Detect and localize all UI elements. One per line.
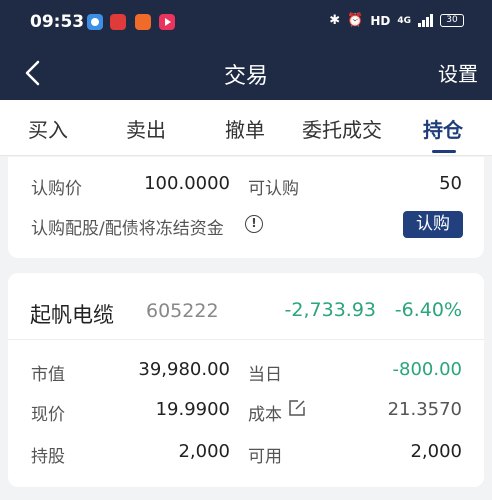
subscription-available-value: 50: [439, 173, 462, 194]
hd-label: HD: [370, 13, 391, 28]
app-notification-icon: [87, 14, 103, 30]
subscription-card: 认购价 100.0000 可认购 50 认购配股/配债将冻结资金 ! 认购: [8, 157, 484, 258]
battery-icon: 30: [440, 14, 464, 27]
tab-buy[interactable]: 买入: [28, 114, 68, 143]
freeze-notice: 认购配股/配债将冻结资金: [31, 219, 224, 239]
app-notification-icon: [135, 14, 151, 30]
settings-button[interactable]: 设置: [438, 58, 478, 87]
current-price-label: 现价: [31, 405, 65, 425]
signal-icon: [418, 14, 433, 27]
alarm-icon: ⏰: [347, 13, 364, 28]
divider: [8, 339, 484, 340]
position-pnl-pct: -6.40%: [394, 299, 462, 321]
app-notification-icon: [110, 14, 126, 30]
subscription-price-value: 100.0000: [144, 173, 230, 194]
today-pnl-value: -800.00: [392, 359, 462, 380]
trade-tabs: 买入 卖出 撤单 委托成交 持仓: [0, 100, 492, 156]
market-value: 39,980.00: [138, 359, 230, 380]
tab-orders[interactable]: 委托成交: [302, 114, 382, 143]
holding-value: 2,000: [178, 441, 230, 462]
active-tab-indicator: [432, 150, 456, 153]
cost-label: 成本: [248, 405, 282, 425]
network-gen-label: 4G: [397, 15, 411, 26]
status-bar: 09:53 ✱ ⏰ HD 4G 30: [0, 0, 492, 46]
nav-bar: 交易 设置: [0, 46, 492, 100]
edit-icon[interactable]: [288, 399, 306, 417]
tab-positions[interactable]: 持仓: [423, 114, 463, 143]
video-app-notification-icon: [159, 14, 175, 30]
position-card[interactable]: 起帆电缆 605222 -2,733.93 -6.40% 市值 39,980.0…: [8, 273, 484, 487]
tab-cancel[interactable]: 撤单: [225, 114, 265, 143]
market-value-label: 市值: [31, 365, 65, 385]
system-icons: ✱ ⏰ HD 4G 30: [329, 13, 464, 28]
position-pnl: -2,733.93: [284, 299, 376, 321]
info-icon[interactable]: !: [245, 215, 263, 233]
usable-label: 可用: [248, 447, 282, 467]
bluetooth-icon: ✱: [329, 13, 341, 28]
page-title: 交易: [223, 64, 268, 89]
status-time: 09:53: [30, 12, 85, 32]
today-pnl-label: 当日: [248, 365, 282, 385]
holding-label: 持股: [31, 447, 65, 467]
usable-value: 2,000: [410, 441, 462, 462]
tab-sell[interactable]: 卖出: [126, 114, 166, 143]
subscription-available-label: 可认购: [248, 179, 299, 199]
cost-value: 21.3570: [387, 399, 462, 420]
current-price: 19.9900: [155, 399, 230, 420]
stock-code: 605222: [146, 300, 219, 322]
subscribe-button[interactable]: 认购: [403, 211, 463, 238]
subscription-price-label: 认购价: [31, 179, 82, 199]
stock-name: 起帆电缆: [30, 303, 114, 327]
